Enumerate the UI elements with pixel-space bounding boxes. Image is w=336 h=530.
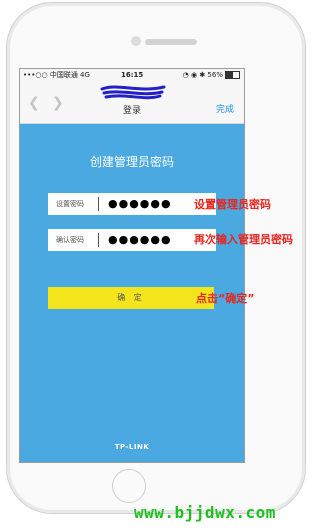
page-title: 创建管理员密码 [89, 155, 174, 169]
earpiece-speaker [145, 39, 197, 45]
confirm-button[interactable]: 确 定 [48, 287, 214, 309]
set-password-field[interactable]: 设置密码 ●●●●●● [48, 193, 216, 215]
set-password-input[interactable]: ●●●●●● [108, 193, 172, 215]
phone-screen: •••○○ 中国联通 4G 16:15 ◔ ◉ ✱ 56% ❮ ❯ 登录 完成 … [19, 68, 245, 463]
confirm-password-label: 确认密码 [56, 236, 84, 244]
set-password-label: 设置密码 [56, 200, 84, 208]
site-watermark: www.bjjdwx.com [134, 503, 276, 522]
status-bar: •••○○ 中国联通 4G 16:15 ◔ ◉ ✱ 56% [20, 69, 244, 81]
done-button[interactable]: 完成 [216, 102, 234, 115]
confirm-password-input[interactable]: ●●●●●● [108, 229, 172, 251]
home-button[interactable] [112, 469, 146, 503]
confirm-password-field[interactable]: 确认密码 ●●●●●● [48, 229, 216, 251]
front-camera [131, 36, 141, 46]
status-time: 16:15 [121, 71, 144, 79]
carrier-signal: •••○○ 中国联通 4G [23, 71, 90, 79]
status-icons-text: ◔ ◉ ✱ 56% [182, 71, 223, 79]
annotation-set-password: 设置管理员密码 [194, 198, 271, 211]
navigation-bar: ❮ ❯ 登录 完成 [20, 81, 244, 124]
nav-title: 登录 [122, 106, 141, 116]
tp-link-logo: TP-LINK [114, 443, 150, 451]
field-divider [98, 233, 99, 247]
redaction-scribble [100, 85, 166, 100]
battery-icon [225, 71, 240, 79]
field-divider [98, 197, 99, 211]
status-indicators: ◔ ◉ ✱ 56% [183, 69, 240, 81]
annotation-reenter-password: 再次输入管理员密码 [194, 233, 293, 246]
annotation-click-confirm: 点击“确定” [196, 292, 255, 305]
